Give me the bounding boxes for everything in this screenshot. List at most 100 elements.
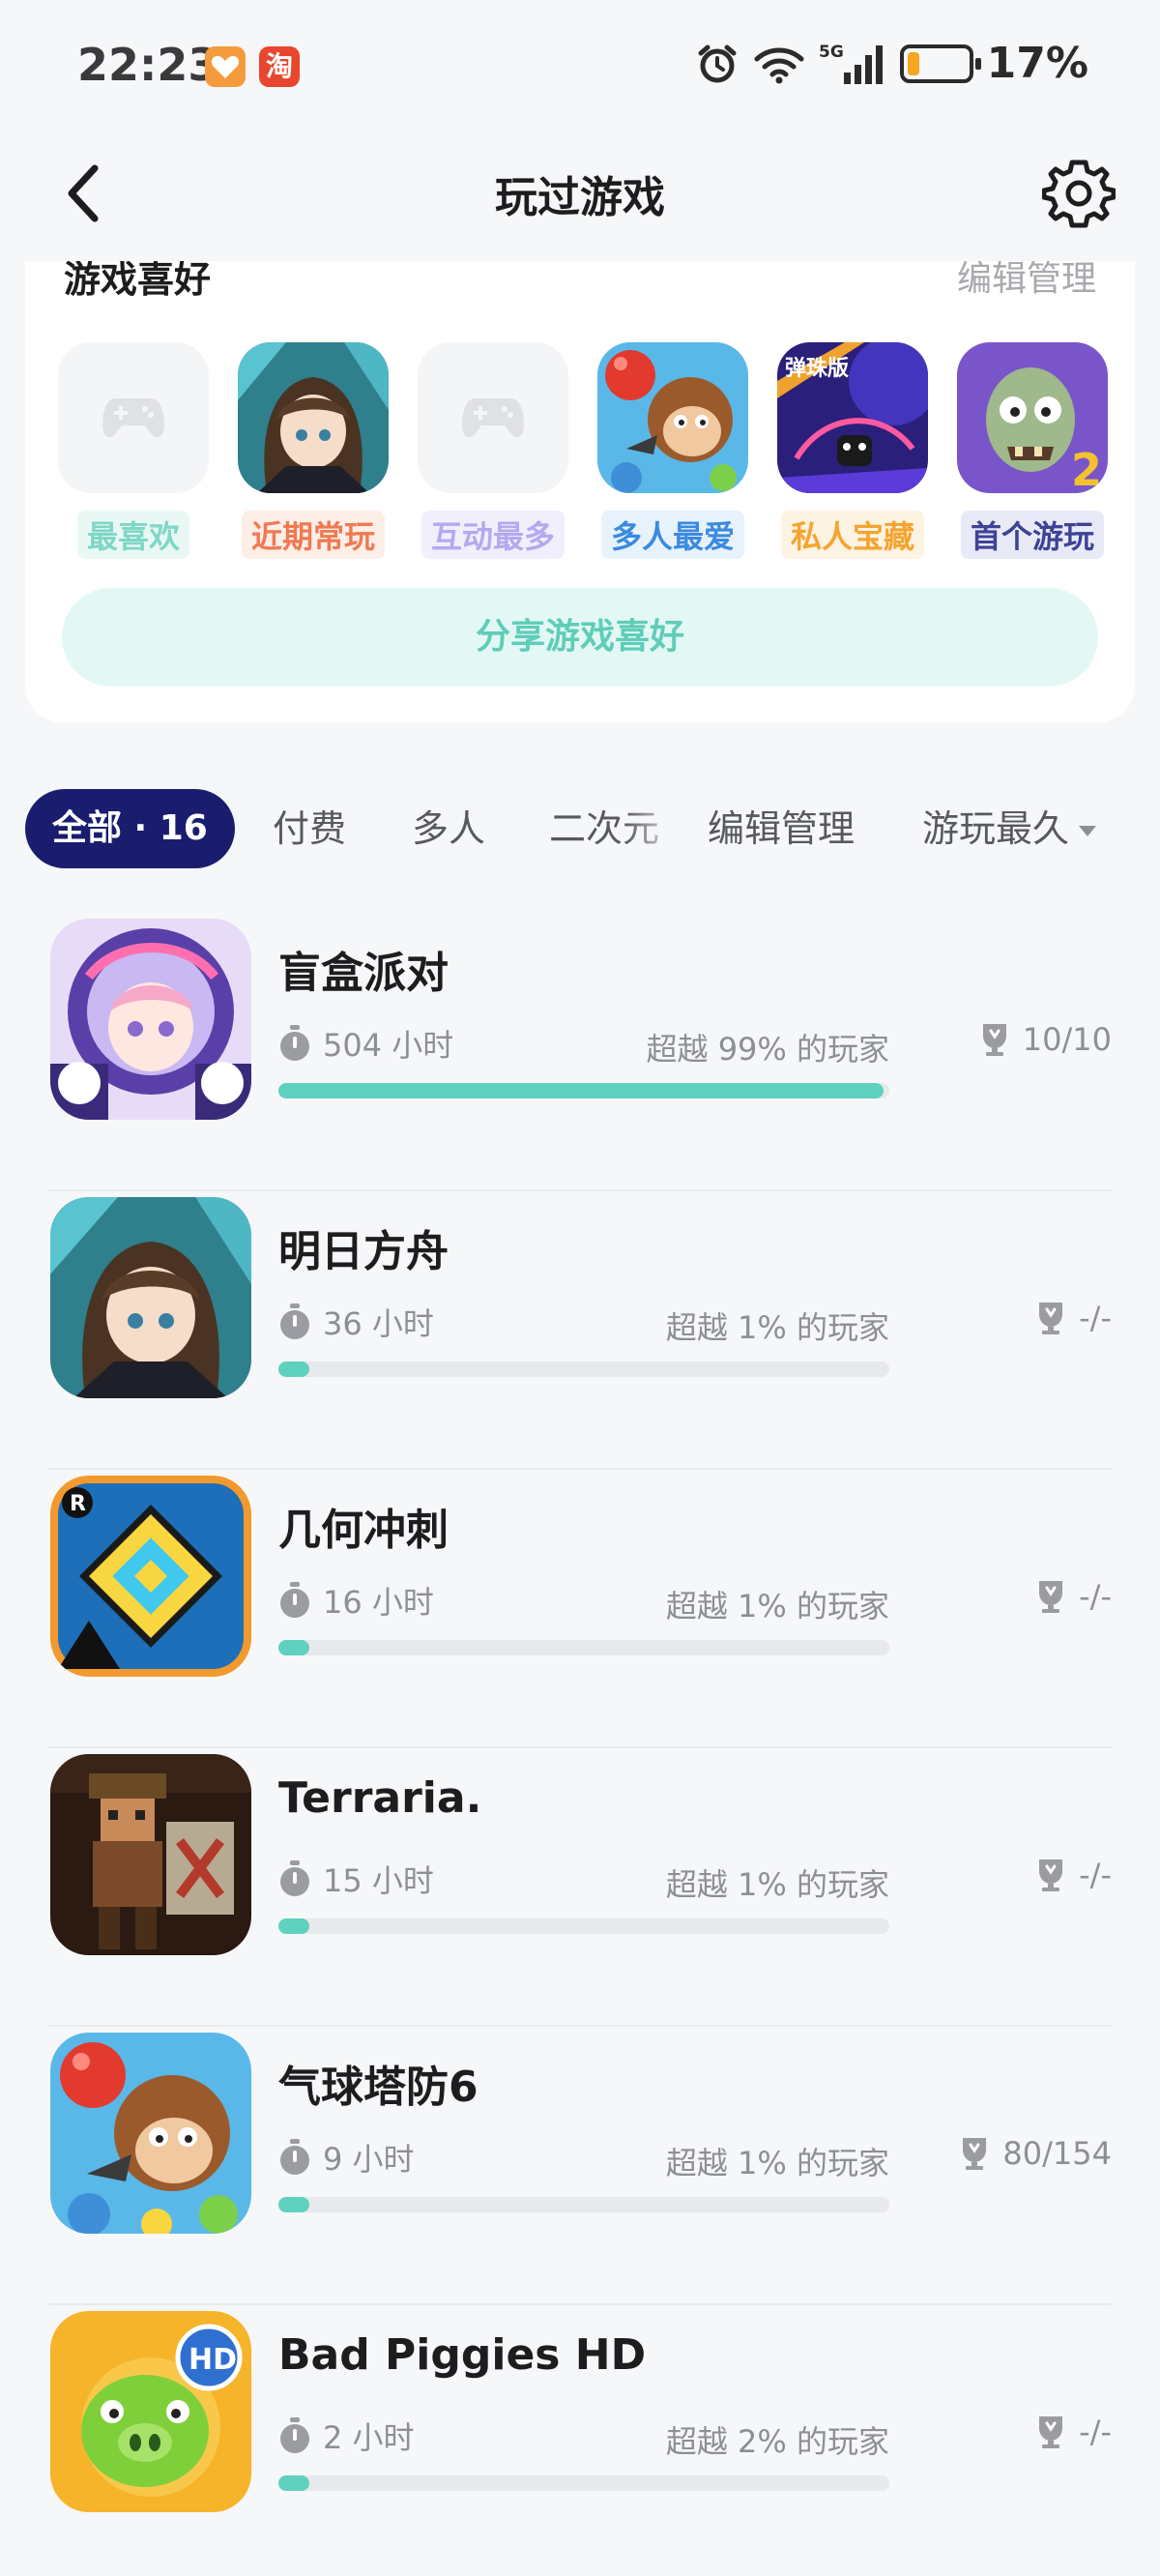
achievements: -/-	[1036, 1578, 1112, 1615]
game-row[interactable]: 盲盒派对 504 小时 超越 99% 的玩家 10/10	[48, 913, 1112, 1191]
battery-level-fill	[907, 51, 919, 75]
filter-tab-multiplayer[interactable]: 多人	[412, 789, 485, 868]
preferences-edit-manage-link[interactable]: 编辑管理	[957, 261, 1096, 298]
stopwatch-icon	[280, 1025, 309, 1061]
game-stats: 504 小时 超越 99% 的玩家 10/10	[278, 1021, 1112, 1068]
achievements-text: -/-	[1079, 2414, 1112, 2450]
settings-button[interactable]	[1041, 157, 1116, 230]
svg-text:弹珠版: 弹珠版	[785, 357, 849, 381]
sort-dropdown[interactable]: 游玩最久	[922, 789, 1097, 868]
pref-label: 互动最多	[420, 511, 565, 559]
game-preferences-card: 游戏喜好 编辑管理 最喜欢 近期常玩 互动最多 多人最爱 弹珠版 私人宝藏 2 …	[25, 261, 1135, 723]
bad-piggies-hd-icon: HD	[50, 2311, 251, 2512]
heart-app-icon	[205, 46, 246, 87]
status-bar: 22:23 淘 5G 17%	[0, 0, 1160, 135]
rank-progress-fill	[278, 1083, 884, 1098]
rank-progress-bar	[278, 1361, 889, 1377]
achievements-text: -/-	[1079, 1857, 1112, 1893]
game-stats: 16 小时 超越 1% 的玩家 -/-	[278, 1578, 1112, 1625]
pref-item-recent[interactable]: 近期常玩	[238, 342, 389, 559]
achievements-text: -/-	[1079, 1578, 1112, 1615]
achievements: -/-	[1036, 1857, 1112, 1893]
game-list: 盲盒派对 504 小时 超越 99% 的玩家 10/10 明日方舟 36 小时 …	[48, 913, 1112, 2576]
gear-icon	[1041, 160, 1116, 228]
play-time-text: 9 小时	[323, 2141, 415, 2178]
pref-item-treasure[interactable]: 弹珠版 私人宝藏	[777, 342, 928, 559]
pref-label: 首个游玩	[960, 511, 1104, 559]
game-stats: 36 小时 超越 1% 的玩家 -/-	[278, 1300, 1112, 1346]
arknights-icon	[238, 342, 389, 493]
play-time-text: 504 小时	[323, 1027, 454, 1064]
play-time-text: 15 小时	[323, 1862, 434, 1899]
pref-item-multiplayer[interactable]: 多人最爱	[597, 342, 748, 559]
filter-bar: 全部 · 16 付费 多人 二次元 编辑管理 游玩最久	[25, 789, 1160, 870]
game-stats: 9 小时 超越 1% 的玩家 80/154	[278, 2135, 1112, 2181]
trophy-icon	[963, 2138, 987, 2170]
game-name: Bad Piggies HD	[278, 2330, 647, 2380]
achievements-text: -/-	[1079, 1300, 1112, 1336]
play-time-text: 16 小时	[323, 1584, 434, 1621]
bloons-td6-icon	[597, 342, 748, 493]
battery-icon	[899, 44, 981, 83]
pinball-icon: 弹珠版	[777, 342, 928, 493]
plants-vs-zombies-icon: 2	[957, 342, 1108, 493]
play-time: 504 小时	[278, 1021, 453, 1066]
rank-progress-fill	[278, 1640, 309, 1655]
trophy-icon	[1039, 1303, 1063, 1334]
stopwatch-icon	[280, 2139, 309, 2175]
game-row[interactable]: Terraria. 15 小时 超越 1% 的玩家 -/-	[48, 1748, 1112, 2027]
game-row[interactable]: HD Bad Piggies HD 2 小时 超越 2% 的玩家 -/-	[48, 2305, 1112, 2576]
pref-label: 近期常玩	[241, 511, 385, 559]
game-name: 盲盒派对	[278, 949, 449, 998]
pref-item-interaction[interactable]: 互动最多	[418, 342, 568, 559]
game-row[interactable]: 明日方舟 36 小时 超越 1% 的玩家 -/-	[48, 1191, 1112, 1470]
pref-item-favorite[interactable]: 最喜欢	[58, 342, 209, 559]
gamepad-placeholder-icon	[58, 342, 209, 493]
play-time: 16 小时	[278, 1578, 434, 1623]
rank-progress-bar	[278, 2197, 889, 2212]
nav-bar: 玩过游戏	[0, 135, 1160, 251]
caret-down-icon	[1079, 826, 1097, 836]
bloons-td6-icon	[50, 2033, 251, 2234]
game-name: Terraria.	[278, 1773, 482, 1823]
achievements: -/-	[1036, 1300, 1112, 1336]
trophy-icon	[1039, 1859, 1063, 1891]
alarm-icon	[698, 44, 737, 82]
game-row[interactable]: 气球塔防6 9 小时 超越 1% 的玩家 80/154	[48, 2027, 1112, 2305]
preferences-title: 游戏喜好	[64, 261, 212, 301]
trophy-icon	[1039, 2416, 1063, 2448]
filter-chip-all[interactable]: 全部 · 16	[25, 789, 235, 868]
player-rank-text: 超越 1% 的玩家	[665, 1309, 889, 1346]
filter-edit-manage[interactable]: 编辑管理	[708, 789, 855, 868]
taobao-app-icon: 淘	[259, 46, 300, 87]
wifi-icon	[754, 47, 804, 83]
sort-label: 游玩最久	[922, 807, 1070, 850]
rank-progress-bar	[278, 1640, 889, 1655]
achievements-text: 80/154	[1002, 2135, 1112, 2172]
achievements-text: 10/10	[1022, 1021, 1112, 1058]
pref-item-first[interactable]: 2 首个游玩	[957, 342, 1108, 559]
play-time: 15 小时	[278, 1857, 434, 1901]
page-title: 玩过游戏	[495, 173, 665, 222]
status-time: 22:23	[77, 39, 219, 91]
status-icons: 5G 17%	[695, 39, 1088, 88]
svg-text:2: 2	[1071, 444, 1102, 493]
gamepad-placeholder-icon	[418, 342, 568, 493]
terraria-icon	[50, 1754, 251, 1955]
rank-progress-fill	[278, 2197, 309, 2212]
play-time: 36 小时	[278, 1300, 434, 1344]
pref-label: 私人宝藏	[780, 511, 924, 559]
filter-tab-paid[interactable]: 付费	[273, 789, 346, 868]
arknights-icon	[50, 1197, 251, 1398]
player-rank-text: 超越 99% 的玩家	[646, 1031, 889, 1068]
achievements: 80/154	[960, 2135, 1112, 2172]
share-preferences-button[interactable]: 分享游戏喜好	[62, 588, 1098, 687]
game-row[interactable]: R 几何冲刺 16 小时 超越 1% 的玩家 -/-	[48, 1470, 1112, 1748]
game-name: 明日方舟	[278, 1227, 449, 1276]
svg-text:R: R	[70, 1492, 86, 1516]
game-name: 几何冲刺	[278, 1506, 449, 1555]
svg-text:HD: HD	[188, 2343, 237, 2377]
player-rank-text: 超越 1% 的玩家	[665, 2145, 889, 2181]
play-time: 2 小时	[278, 2414, 415, 2458]
stopwatch-icon	[280, 2417, 309, 2453]
